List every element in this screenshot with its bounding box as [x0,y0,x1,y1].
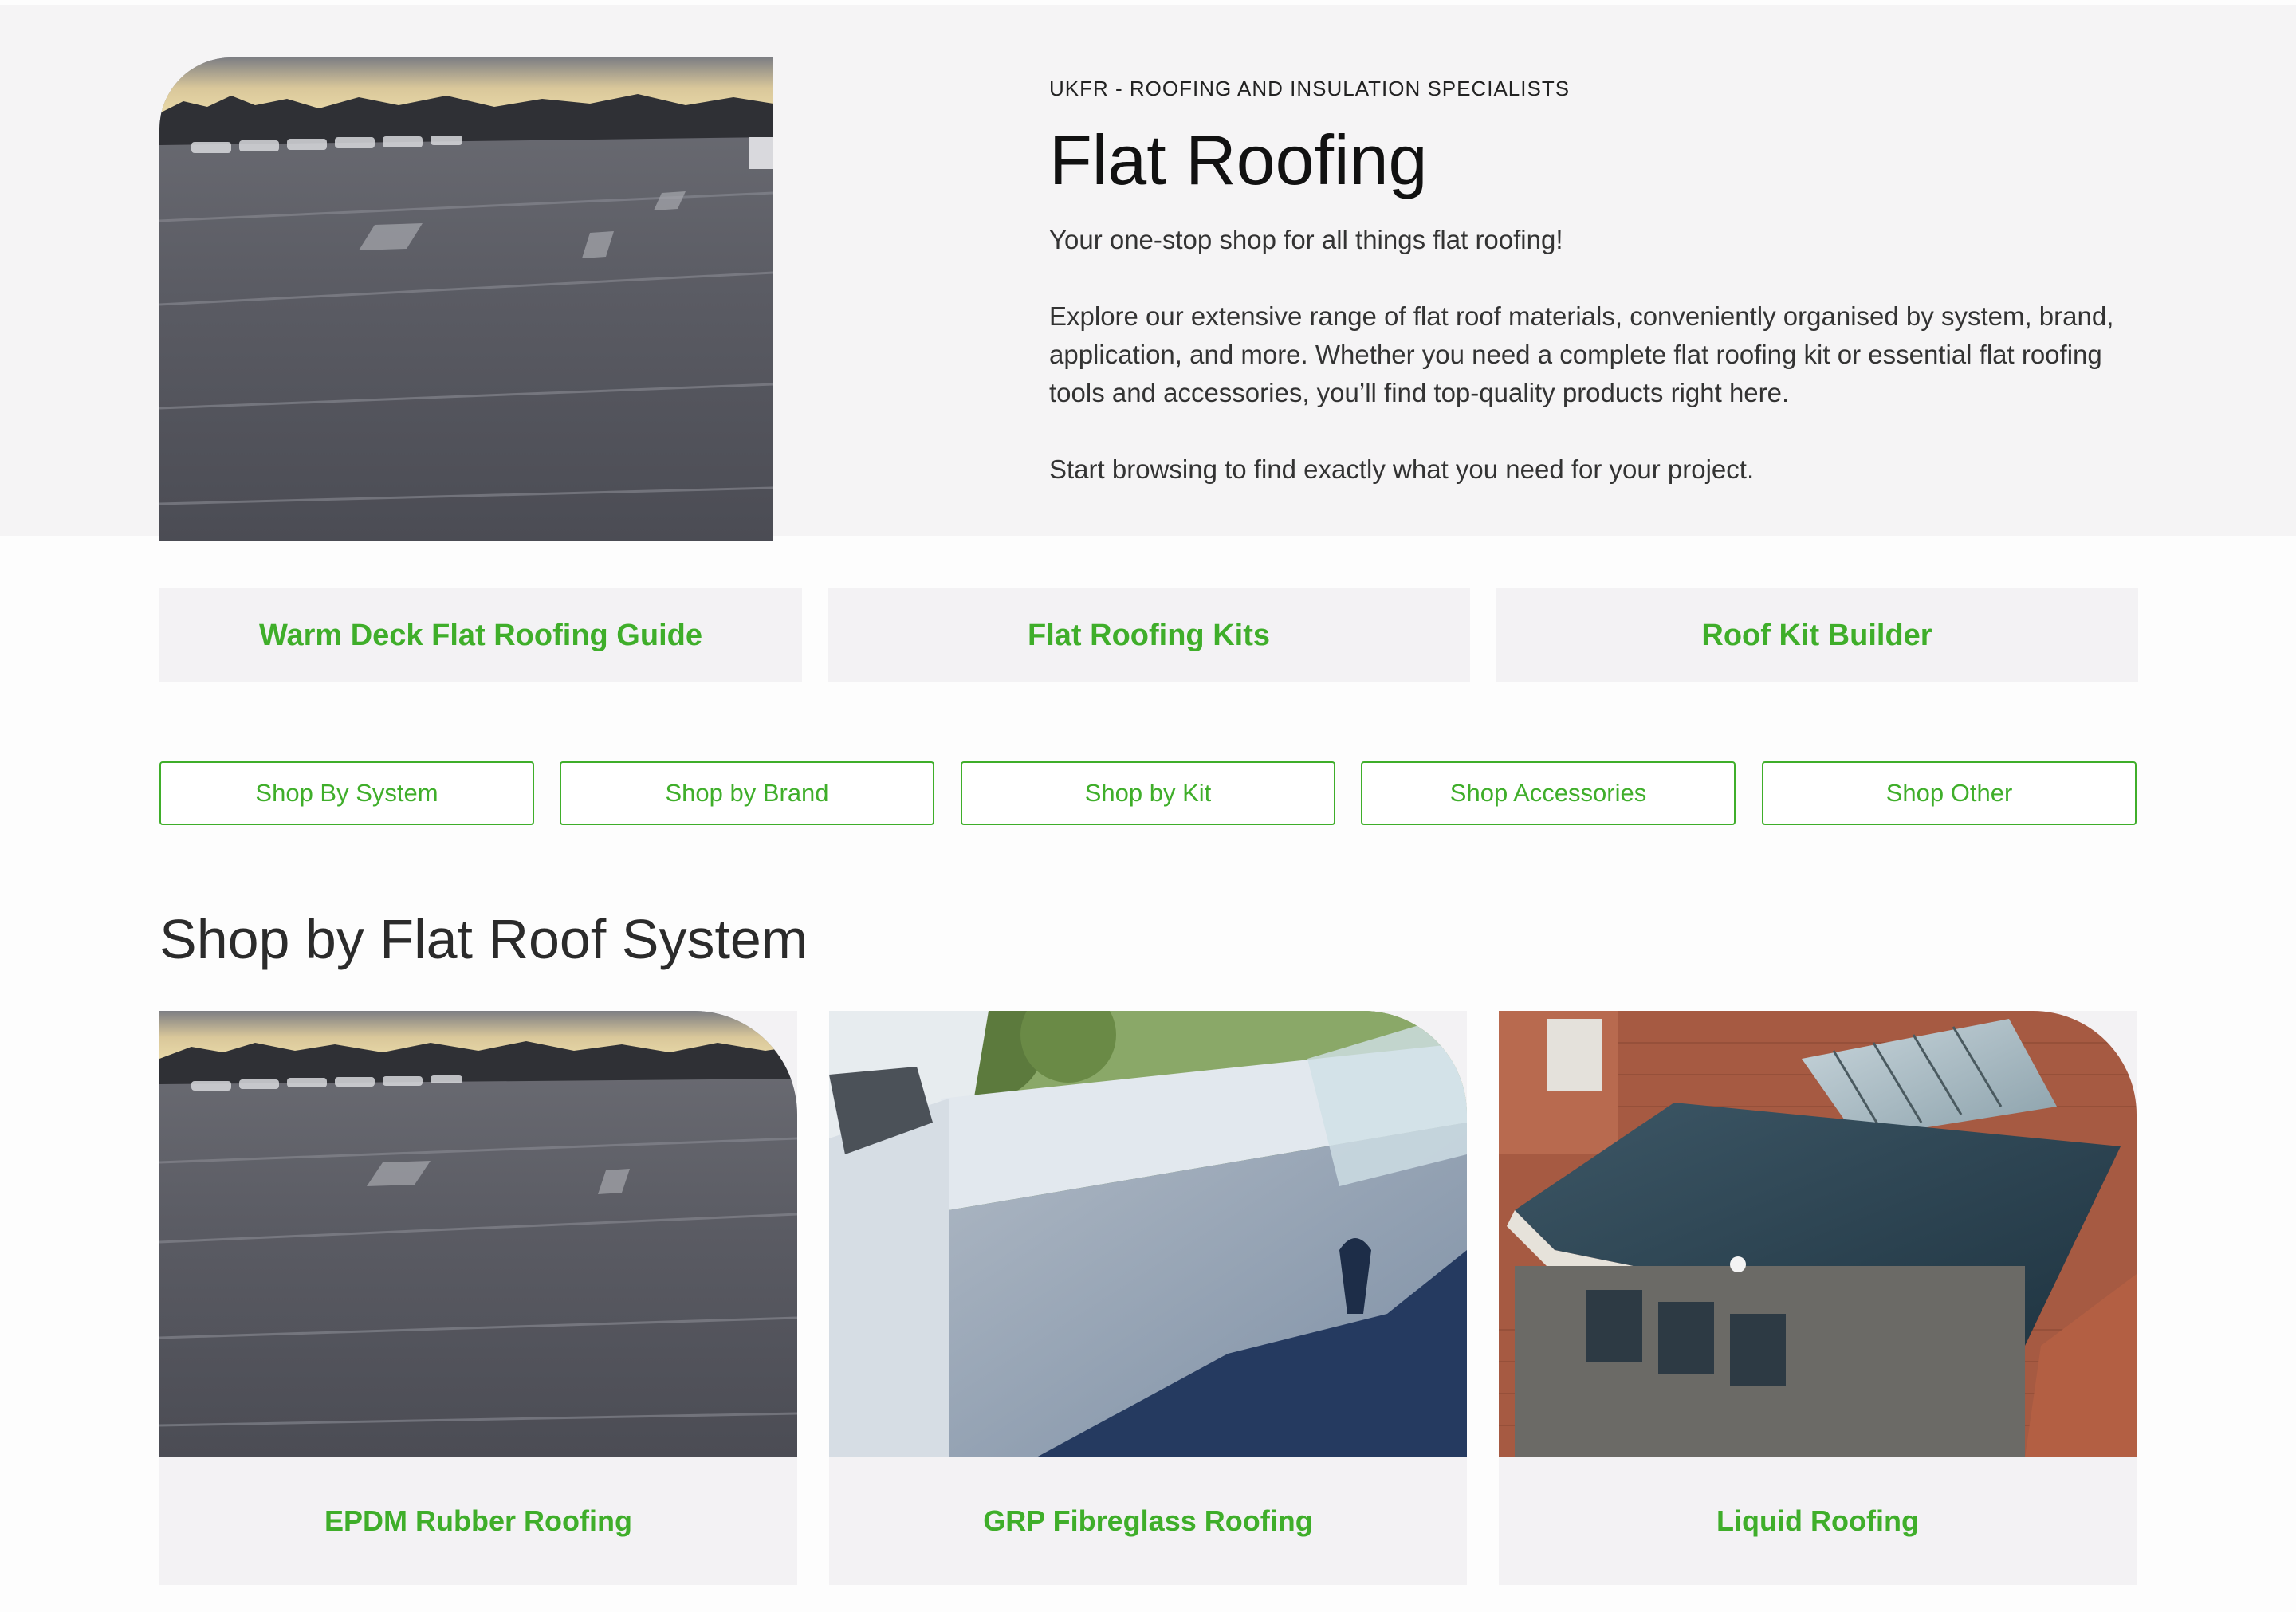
hero-section: UKFR - ROOFING AND INSULATION SPECIALIST… [0,5,2296,541]
system-label-epdm[interactable]: EPDM Rubber Roofing [159,1457,797,1585]
hero-eyebrow: UKFR - ROOFING AND INSULATION SPECIALIST… [1049,77,1571,100]
system-image-liquid[interactable] [1499,1011,2137,1457]
hero-cta-text: Start browsing to find exactly what you … [1049,454,1755,485]
link-card-flat-roofing-kits[interactable]: Flat Roofing Kits [828,588,1470,682]
hero-image-epdm-roof [159,57,773,541]
hero-description: Explore our extensive range of flat roof… [1049,301,2114,408]
quick-link-cards: Warm Deck Flat Roofing Guide Flat Roofin… [159,588,2138,682]
section-title-systems: Shop by Flat Roof System [159,908,808,970]
shop-other-button[interactable]: Shop Other [1762,761,2137,825]
system-image-epdm[interactable] [159,1011,797,1457]
system-label-liquid[interactable]: Liquid Roofing [1499,1457,2137,1585]
system-label-grp[interactable]: GRP Fibreglass Roofing [829,1457,1467,1585]
system-image-grp[interactable] [829,1011,1467,1457]
hero-text-block: UKFR - ROOFING AND INSULATION SPECIALIST… [1049,77,2117,527]
system-card-liquid[interactable]: Liquid Roofing [1499,1011,2137,1585]
link-card-roof-kit-builder[interactable]: Roof Kit Builder [1496,588,2138,682]
system-card-grp[interactable]: GRP Fibreglass Roofing [829,1011,1467,1585]
hero-intro: Your one-stop shop for all things flat r… [1049,225,1563,255]
shop-by-kit-button[interactable]: Shop by Kit [961,761,1335,825]
system-card-epdm[interactable]: EPDM Rubber Roofing [159,1011,797,1585]
shop-by-system-button[interactable]: Shop By System [159,761,534,825]
page-title: Flat Roofing [1049,120,1428,199]
shop-by-brand-button[interactable]: Shop by Brand [560,761,934,825]
link-card-warm-deck-guide[interactable]: Warm Deck Flat Roofing Guide [159,588,802,682]
shop-accessories-button[interactable]: Shop Accessories [1361,761,1736,825]
shop-filter-buttons: Shop By System Shop by Brand Shop by Kit… [159,761,2137,827]
